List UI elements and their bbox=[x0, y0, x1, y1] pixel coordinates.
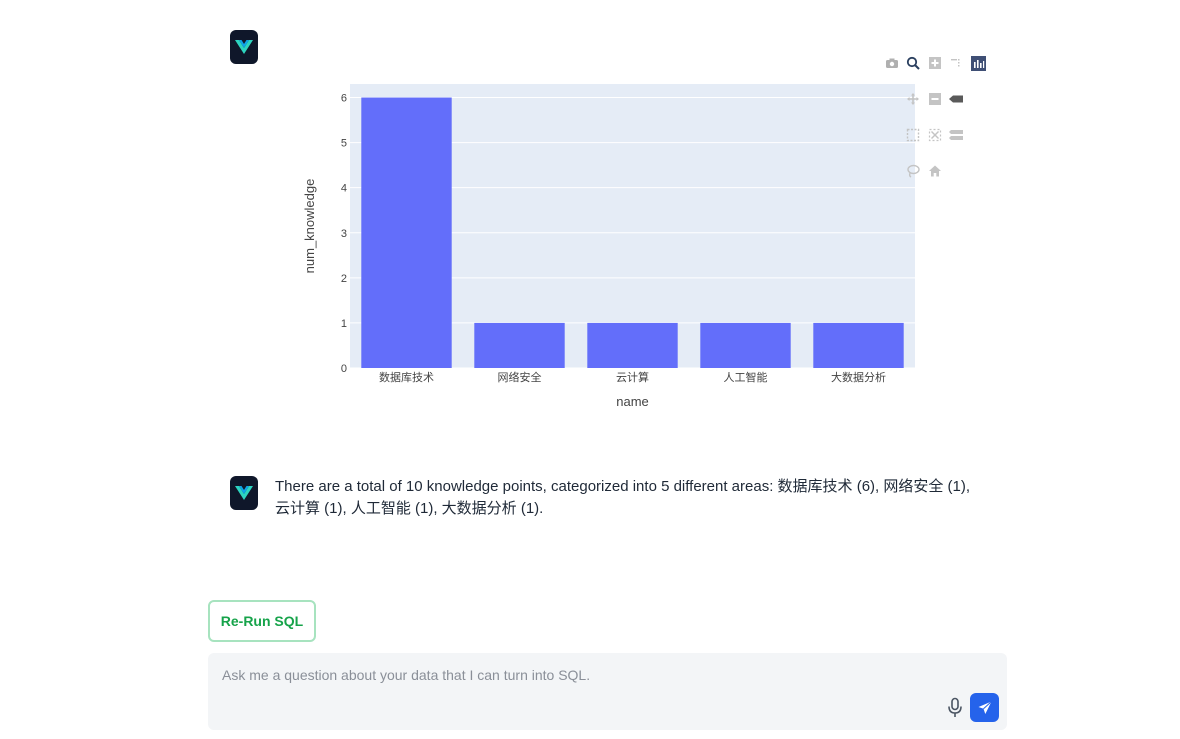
assistant-message-text: There are a total of 10 knowledge points… bbox=[275, 478, 971, 517]
bar bbox=[474, 322, 565, 368]
bar bbox=[700, 322, 791, 368]
plus-box-icon bbox=[929, 57, 941, 69]
bar bbox=[813, 322, 904, 368]
camera-icon bbox=[886, 58, 898, 68]
y-tick-label: 5 bbox=[341, 138, 347, 150]
send-icon bbox=[978, 700, 992, 714]
logo-icon bbox=[235, 40, 253, 54]
zoom-out-button[interactable] bbox=[926, 90, 944, 108]
zoom-icon bbox=[906, 56, 920, 70]
y-tick-label: 2 bbox=[341, 273, 347, 285]
autoscale-button[interactable] bbox=[926, 126, 944, 144]
home-icon bbox=[929, 165, 941, 177]
y-axis-title: num_knowledge bbox=[302, 179, 317, 274]
reset-axes-button[interactable] bbox=[926, 162, 944, 180]
chart-modebar bbox=[880, 50, 1000, 200]
zoom-in-button[interactable] bbox=[926, 54, 944, 72]
logo-icon bbox=[235, 486, 253, 500]
bar-chart: 0 1 2 3 4 5 6 数据库技术 网络安全 云计算 人工智能 大数据分析 name num_know… bbox=[300, 50, 1000, 420]
x-tick-label: 大数据分析 bbox=[831, 370, 886, 384]
y-tick-label: 6 bbox=[341, 93, 347, 105]
rerun-sql-button[interactable]: Re-Run SQL bbox=[208, 600, 316, 642]
hover-compare-icon bbox=[949, 130, 963, 140]
pan-icon bbox=[907, 93, 919, 105]
lasso-icon bbox=[907, 164, 920, 178]
send-button[interactable] bbox=[970, 693, 999, 722]
lasso-select-button[interactable] bbox=[904, 162, 922, 180]
x-tick-label: 人工智能 bbox=[724, 370, 768, 384]
spike-lines-icon bbox=[951, 59, 960, 67]
autoscale-icon bbox=[928, 128, 942, 142]
x-axis-title: name bbox=[616, 394, 649, 409]
microphone-button[interactable] bbox=[945, 696, 965, 720]
x-tick-label: 数据库技术 bbox=[379, 370, 434, 384]
spike-lines-button[interactable] bbox=[947, 54, 965, 72]
pan-button[interactable] bbox=[904, 90, 922, 108]
bar bbox=[361, 97, 452, 369]
plotly-logo-button[interactable] bbox=[969, 54, 987, 72]
hover-compare-button[interactable] bbox=[947, 126, 965, 144]
zoom-button[interactable] bbox=[904, 54, 922, 72]
plotly-logo-icon bbox=[970, 55, 986, 71]
assistant-avatar bbox=[230, 30, 258, 64]
y-tick-label: 4 bbox=[341, 183, 347, 195]
download-png-button[interactable] bbox=[883, 54, 901, 72]
chat-input-container bbox=[208, 653, 1007, 730]
assistant-avatar bbox=[230, 476, 258, 510]
y-tick-label: 3 bbox=[341, 228, 347, 240]
x-tick-label: 网络安全 bbox=[498, 370, 542, 384]
minus-box-icon bbox=[929, 93, 941, 105]
chat-input[interactable] bbox=[208, 653, 908, 730]
box-select-button[interactable] bbox=[904, 126, 922, 144]
y-tick-label: 0 bbox=[341, 363, 347, 375]
y-tick-label: 1 bbox=[341, 318, 347, 330]
chat-page: 0 1 2 3 4 5 6 数据库技术 网络安全 云计算 人工智能 大数据分析 name num_know… bbox=[0, 0, 1180, 739]
x-tick-label: 云计算 bbox=[616, 370, 649, 384]
microphone-icon bbox=[948, 697, 962, 717]
hover-closest-icon bbox=[949, 95, 963, 103]
hover-closest-button[interactable] bbox=[947, 90, 965, 108]
box-select-icon bbox=[906, 128, 920, 142]
bar bbox=[587, 322, 678, 368]
